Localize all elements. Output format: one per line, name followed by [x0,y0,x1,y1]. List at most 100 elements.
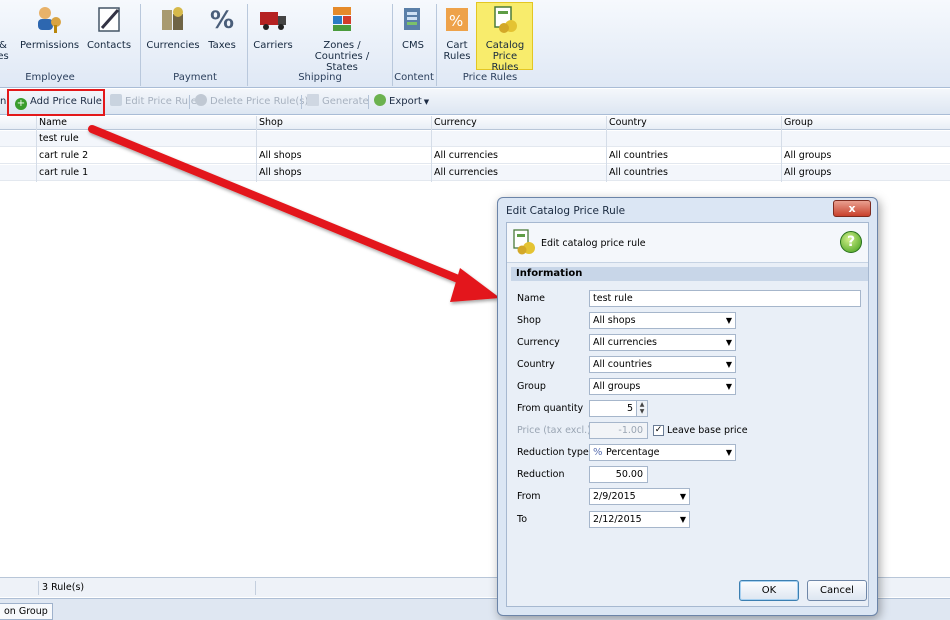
svg-text:%: % [210,6,234,34]
spin-arrows-icon[interactable]: ▲ ▼ [636,401,647,416]
ribbon-item-carriers[interactable]: Carriers [252,4,294,51]
group-label-shipping: Shipping [298,72,342,83]
ribbon-item-currencies[interactable]: Currencies [146,4,200,51]
cancel-button[interactable]: Cancel [807,580,867,601]
group-label: Group [517,381,546,392]
ribbon-item-employees[interactable]: & es [0,4,10,62]
from-quantity-stepper[interactable]: 5 ▲ ▼ [589,400,648,417]
permissions-icon [34,4,64,34]
table-row[interactable]: cart rule 2 All shops All currencies All… [0,148,950,164]
leave-base-price-label: Leave base price [667,425,748,436]
from-date-picker[interactable]: 2/9/2015 ▼ [589,488,690,505]
toolbar-fragment: n [0,96,7,107]
ribbon-sublabel: es [0,51,9,62]
group-label-employee: Employee [25,72,75,83]
reduction-input[interactable]: 50.00 [589,466,648,483]
edit-catalog-price-rule-dialog: Edit Catalog Price Rule x Edit catalog p… [497,197,878,616]
ribbon-label: Permissions [20,40,80,51]
cms-icon [398,4,428,34]
rule-count: 3 Rule(s) [38,581,256,595]
delete-price-rule-button[interactable]: Delete Price Rule(s) [195,94,308,110]
ribbon-sublabel: Price Rules [491,51,519,73]
ribbon-sublabel: Countries / States [314,51,370,73]
section-information: Information [511,267,868,281]
generate-button[interactable]: Generate [307,94,369,110]
edit-price-rule-button[interactable]: Edit Price Rule [110,94,197,110]
ribbon-label: Zones / [323,40,361,51]
column-header-currency[interactable]: Currency [431,116,606,130]
column-header-group[interactable]: Group [781,116,950,130]
cell-group: All groups [784,150,832,161]
currencies-icon [158,4,188,34]
ribbon-item-cms[interactable]: CMS [396,4,430,51]
from-quantity-value: 5 [626,403,633,414]
reduction-type-label: Reduction type [517,447,589,458]
from-quantity-label: From quantity [517,403,584,414]
reduction-label: Reduction [517,469,565,480]
export-button[interactable]: Export ▼ [374,94,429,110]
dialog-header: Edit catalog price rule ? [507,223,868,263]
help-icon[interactable]: ? [840,231,862,253]
table-row[interactable]: cart rule 1 All shops All currencies All… [0,165,950,181]
reduction-type-select[interactable]: % Percentage ▼ [589,444,736,461]
column-divider [431,116,432,182]
dialog-title: Edit Catalog Price Rule [506,205,626,217]
price-label: Price (tax excl.) [517,425,591,436]
currency-select[interactable]: All currencies ▼ [589,334,736,351]
cell-country: All countries [609,150,668,161]
column-header-shop[interactable]: Shop [256,116,431,130]
edit-icon [110,94,122,106]
column-divider [606,116,607,182]
price-input[interactable]: -1.00 [589,422,648,439]
ribbon-item-zones[interactable]: Zones / Countries / States [300,4,384,73]
ribbon-label: Carriers [253,40,293,51]
dropdown-arrow-icon: ▼ [679,492,686,501]
to-date-picker[interactable]: 2/12/2015 ▼ [589,511,690,528]
ribbon-separator [247,4,248,86]
ribbon-item-permissions[interactable]: Permissions [20,4,80,51]
column-divider [781,116,782,182]
to-date-value: 2/12/2015 [593,514,642,525]
column-header-country[interactable]: Country [606,116,781,130]
ribbon-label: Currencies [146,40,200,51]
toolbar: n + Add Price Rule Edit Price Rule Delete… [0,89,950,115]
generate-icon [307,94,319,106]
dialog-header-text: Edit catalog price rule [541,238,646,249]
tab-group[interactable]: on Group [0,603,53,620]
name-input[interactable]: test rule [589,290,861,307]
dropdown-arrow-icon: ▼ [725,338,732,347]
ok-button[interactable]: OK [739,580,799,601]
cell-currency: All currencies [434,167,498,178]
group-select[interactable]: All groups ▼ [589,378,736,395]
ribbon-item-catalog-price-rules[interactable]: Catalog Price Rules [478,4,532,73]
ribbon-label: & [0,40,10,51]
ribbon-item-taxes[interactable]: % Taxes [204,4,240,51]
table-row[interactable]: test rule [0,131,950,147]
ribbon-separator [392,4,393,86]
svg-text:%: % [449,12,463,30]
cell-name: test rule [39,133,79,144]
ribbon-separator [140,4,141,86]
export-label: Export [389,96,422,107]
annotation-highlight-box [7,89,105,116]
ribbon-sublabel: Rules [443,51,471,62]
percent-icon: % [593,447,603,458]
delete-price-rule-label: Delete Price Rule(s) [210,96,309,107]
catalog-price-rule-icon [511,229,537,255]
column-header-name[interactable]: Name [36,116,256,130]
dropdown-arrow-icon: ▼ [725,316,732,325]
country-label: Country [517,359,555,370]
cell-shop: All shops [259,150,302,161]
ribbon-item-cart-rules[interactable]: % Cart Rules [440,4,474,62]
leave-base-price-checkbox[interactable]: ✓ [653,425,664,436]
close-button[interactable]: x [833,200,871,217]
to-date-label: To [517,514,528,525]
reduction-type-value: Percentage [606,447,660,458]
country-select[interactable]: All countries ▼ [589,356,736,373]
toolbar-separator [189,95,190,109]
dropdown-arrow-icon: ▼ [725,382,732,391]
ribbon-item-contacts[interactable]: Contacts [84,4,134,51]
column-divider [256,116,257,182]
shop-select[interactable]: All shops ▼ [589,312,736,329]
cell-name: cart rule 1 [39,167,89,178]
